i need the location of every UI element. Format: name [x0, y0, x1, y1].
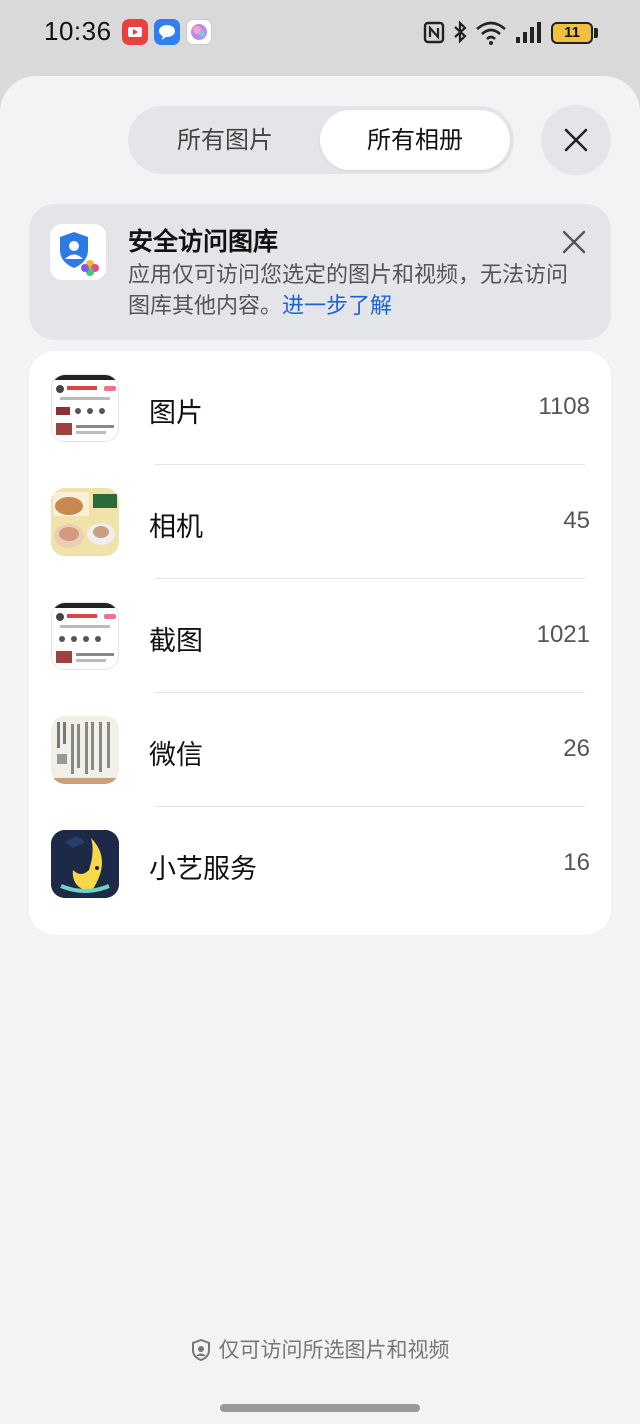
assistant-app-notification-icon: [186, 19, 212, 45]
status-bar: 10:36 11: [0, 0, 640, 72]
album-name: 微信: [149, 740, 203, 771]
album-list: 图片 1108 相机 45 截图 1021 微信 26 小艺服务 16: [29, 351, 611, 935]
close-button[interactable]: [541, 105, 611, 175]
album-name: 截图: [149, 626, 203, 657]
album-name: 小艺服务: [149, 854, 257, 885]
home-indicator[interactable]: [220, 1404, 420, 1412]
footer-note: 仅可访问所选图片和视频: [0, 1334, 640, 1364]
album-row[interactable]: 小艺服务 16: [29, 807, 611, 921]
battery-tip: [594, 28, 598, 38]
album-name: 图片: [149, 398, 203, 429]
nfc-icon: [423, 21, 445, 44]
close-icon: [564, 128, 588, 152]
album-thumbnail: [51, 830, 119, 898]
tab-all-photos[interactable]: 所有图片: [132, 110, 318, 170]
video-app-notification-icon: [122, 19, 148, 45]
album-count: 26: [563, 735, 590, 762]
album-thumbnail: [51, 716, 119, 784]
album-count: 45: [563, 507, 590, 534]
footer-text: 仅可访问所选图片和视频: [218, 1338, 450, 1362]
album-picker-sheet: 所有图片 所有相册 安全访问图库 应用仅可访问您选定的图片和视频，无法访问图库其…: [0, 76, 640, 1424]
shield-lock-icon: [191, 1339, 210, 1361]
album-count: 16: [563, 849, 590, 876]
view-segmented-control: 所有图片 所有相册: [128, 106, 514, 174]
status-time: 10:36: [44, 16, 112, 46]
battery-icon: 11: [551, 22, 593, 44]
bluetooth-icon: [454, 20, 467, 44]
album-count: 1021: [536, 621, 590, 648]
banner-title: 安全访问图库: [128, 227, 279, 256]
album-thumbnail: [51, 488, 119, 556]
album-thumbnail: [51, 374, 119, 442]
signal-icon: [516, 22, 541, 43]
album-count: 1108: [538, 393, 590, 420]
message-app-notification-icon: [154, 19, 180, 45]
banner-text: 应用仅可访问您选定的图片和视频，无法访问图库其他内容。进一步了解: [128, 260, 588, 322]
album-name: 相机: [149, 512, 203, 543]
album-row[interactable]: 微信 26: [29, 693, 611, 807]
learn-more-link[interactable]: 进一步了解: [282, 294, 392, 319]
album-row[interactable]: 图片 1108: [29, 351, 611, 465]
shield-user-icon: [50, 224, 106, 280]
secure-access-banner: 安全访问图库 应用仅可访问您选定的图片和视频，无法访问图库其他内容。进一步了解: [29, 204, 611, 340]
album-thumbnail: [51, 602, 119, 670]
tab-all-albums[interactable]: 所有相册: [320, 110, 510, 170]
banner-close-icon[interactable]: [560, 228, 588, 256]
wifi-icon: [476, 21, 506, 45]
album-row[interactable]: 相机 45: [29, 465, 611, 579]
album-row[interactable]: 截图 1021: [29, 579, 611, 693]
